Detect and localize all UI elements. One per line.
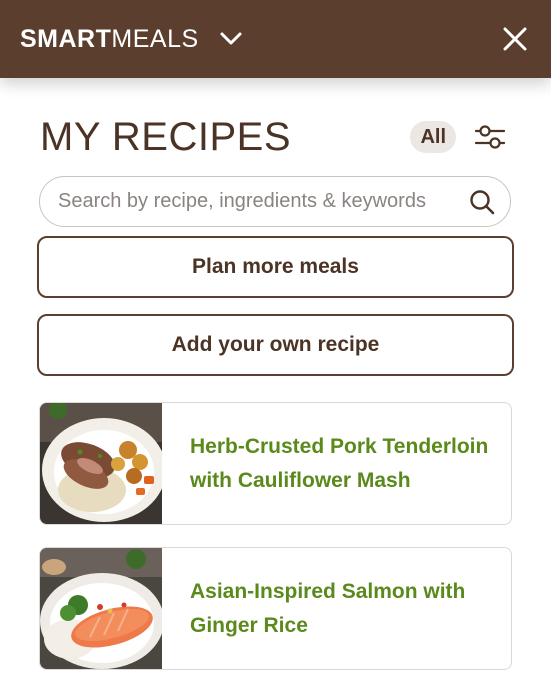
pork-tenderloin-photo	[40, 403, 162, 524]
search-bar	[39, 176, 511, 227]
app-header: SMARTMEALS	[0, 0, 551, 78]
close-icon[interactable]	[501, 25, 529, 53]
recipe-title: Asian-Inspired Salmon with Ginger Rice	[190, 579, 466, 637]
recipe-card[interactable]: Herb-Crusted Pork Tenderloin with Caulif…	[39, 402, 512, 525]
chevron-down-icon[interactable]	[219, 31, 243, 47]
title-controls: All	[410, 121, 510, 153]
search-icon[interactable]	[468, 188, 496, 216]
title-row: MY RECIPES All	[40, 112, 510, 162]
plan-more-meals-button[interactable]: Plan more meals	[37, 236, 514, 298]
brand-logo: SMARTMEALS	[20, 24, 199, 53]
sliders-icon[interactable]	[474, 123, 506, 151]
all-filter-pill[interactable]: All	[410, 121, 456, 153]
recipe-card[interactable]: Asian-Inspired Salmon with Ginger Rice	[39, 547, 512, 670]
recipe-title: Herb-Crusted Pork Tenderloin with Caulif…	[190, 434, 489, 492]
search-input[interactable]	[58, 190, 468, 213]
salmon-rice-photo	[40, 548, 162, 669]
brand-menu[interactable]: SMARTMEALS	[20, 25, 243, 54]
page-title: MY RECIPES	[40, 114, 291, 159]
add-own-recipe-button[interactable]: Add your own recipe	[37, 314, 514, 376]
